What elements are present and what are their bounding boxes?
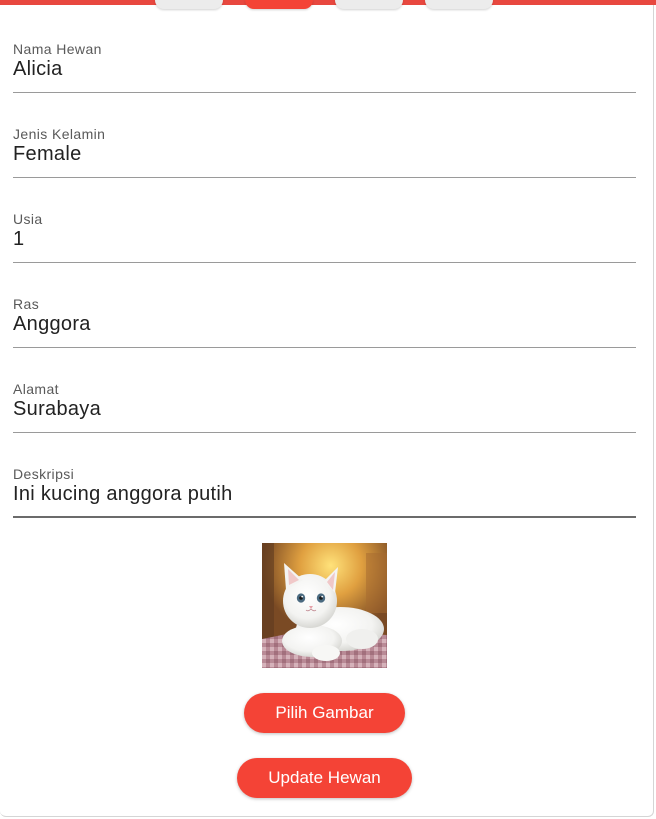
usia-label: Usia [13, 211, 43, 227]
usia-field[interactable]: Usia 1 [13, 211, 636, 263]
usia-underline [13, 262, 636, 263]
alamat-label: Alamat [13, 381, 59, 397]
jenis-kelamin-label: Jenis Kelamin [13, 126, 106, 142]
alamat-underline [13, 432, 636, 433]
nama-hewan-field[interactable]: Nama Hewan Alicia [13, 41, 636, 93]
top-chip-1[interactable] [155, 0, 223, 9]
alamat-value[interactable]: Surabaya [13, 398, 101, 421]
nama-hewan-value[interactable]: Alicia [13, 58, 63, 81]
top-accent-bar [0, 0, 656, 5]
top-chip-4[interactable] [425, 0, 493, 9]
ras-underline [13, 347, 636, 348]
ras-label: Ras [13, 296, 40, 312]
usia-value[interactable]: 1 [13, 228, 24, 251]
white-cat-icon [262, 543, 387, 668]
alamat-field[interactable]: Alamat Surabaya [13, 381, 636, 433]
jenis-kelamin-value[interactable]: Female [13, 143, 82, 166]
jenis-kelamin-field[interactable]: Jenis Kelamin Female [13, 126, 636, 178]
pet-image [262, 543, 387, 668]
deskripsi-field[interactable]: Deskripsi Ini kucing anggora putih [13, 466, 636, 518]
ras-value[interactable]: Anggora [13, 313, 91, 336]
deskripsi-label: Deskripsi [13, 466, 75, 482]
ras-field[interactable]: Ras Anggora [13, 296, 636, 348]
top-chip-3[interactable] [335, 0, 403, 9]
deskripsi-value[interactable]: Ini kucing anggora putih [13, 483, 233, 506]
jenis-kelamin-underline [13, 177, 636, 178]
nama-hewan-underline [13, 92, 636, 93]
top-chip-2-active[interactable] [245, 0, 313, 9]
pilih-gambar-button[interactable]: Pilih Gambar [244, 693, 405, 733]
nama-hewan-label: Nama Hewan [13, 41, 102, 57]
update-hewan-button[interactable]: Update Hewan [237, 758, 412, 798]
deskripsi-underline [13, 516, 636, 518]
